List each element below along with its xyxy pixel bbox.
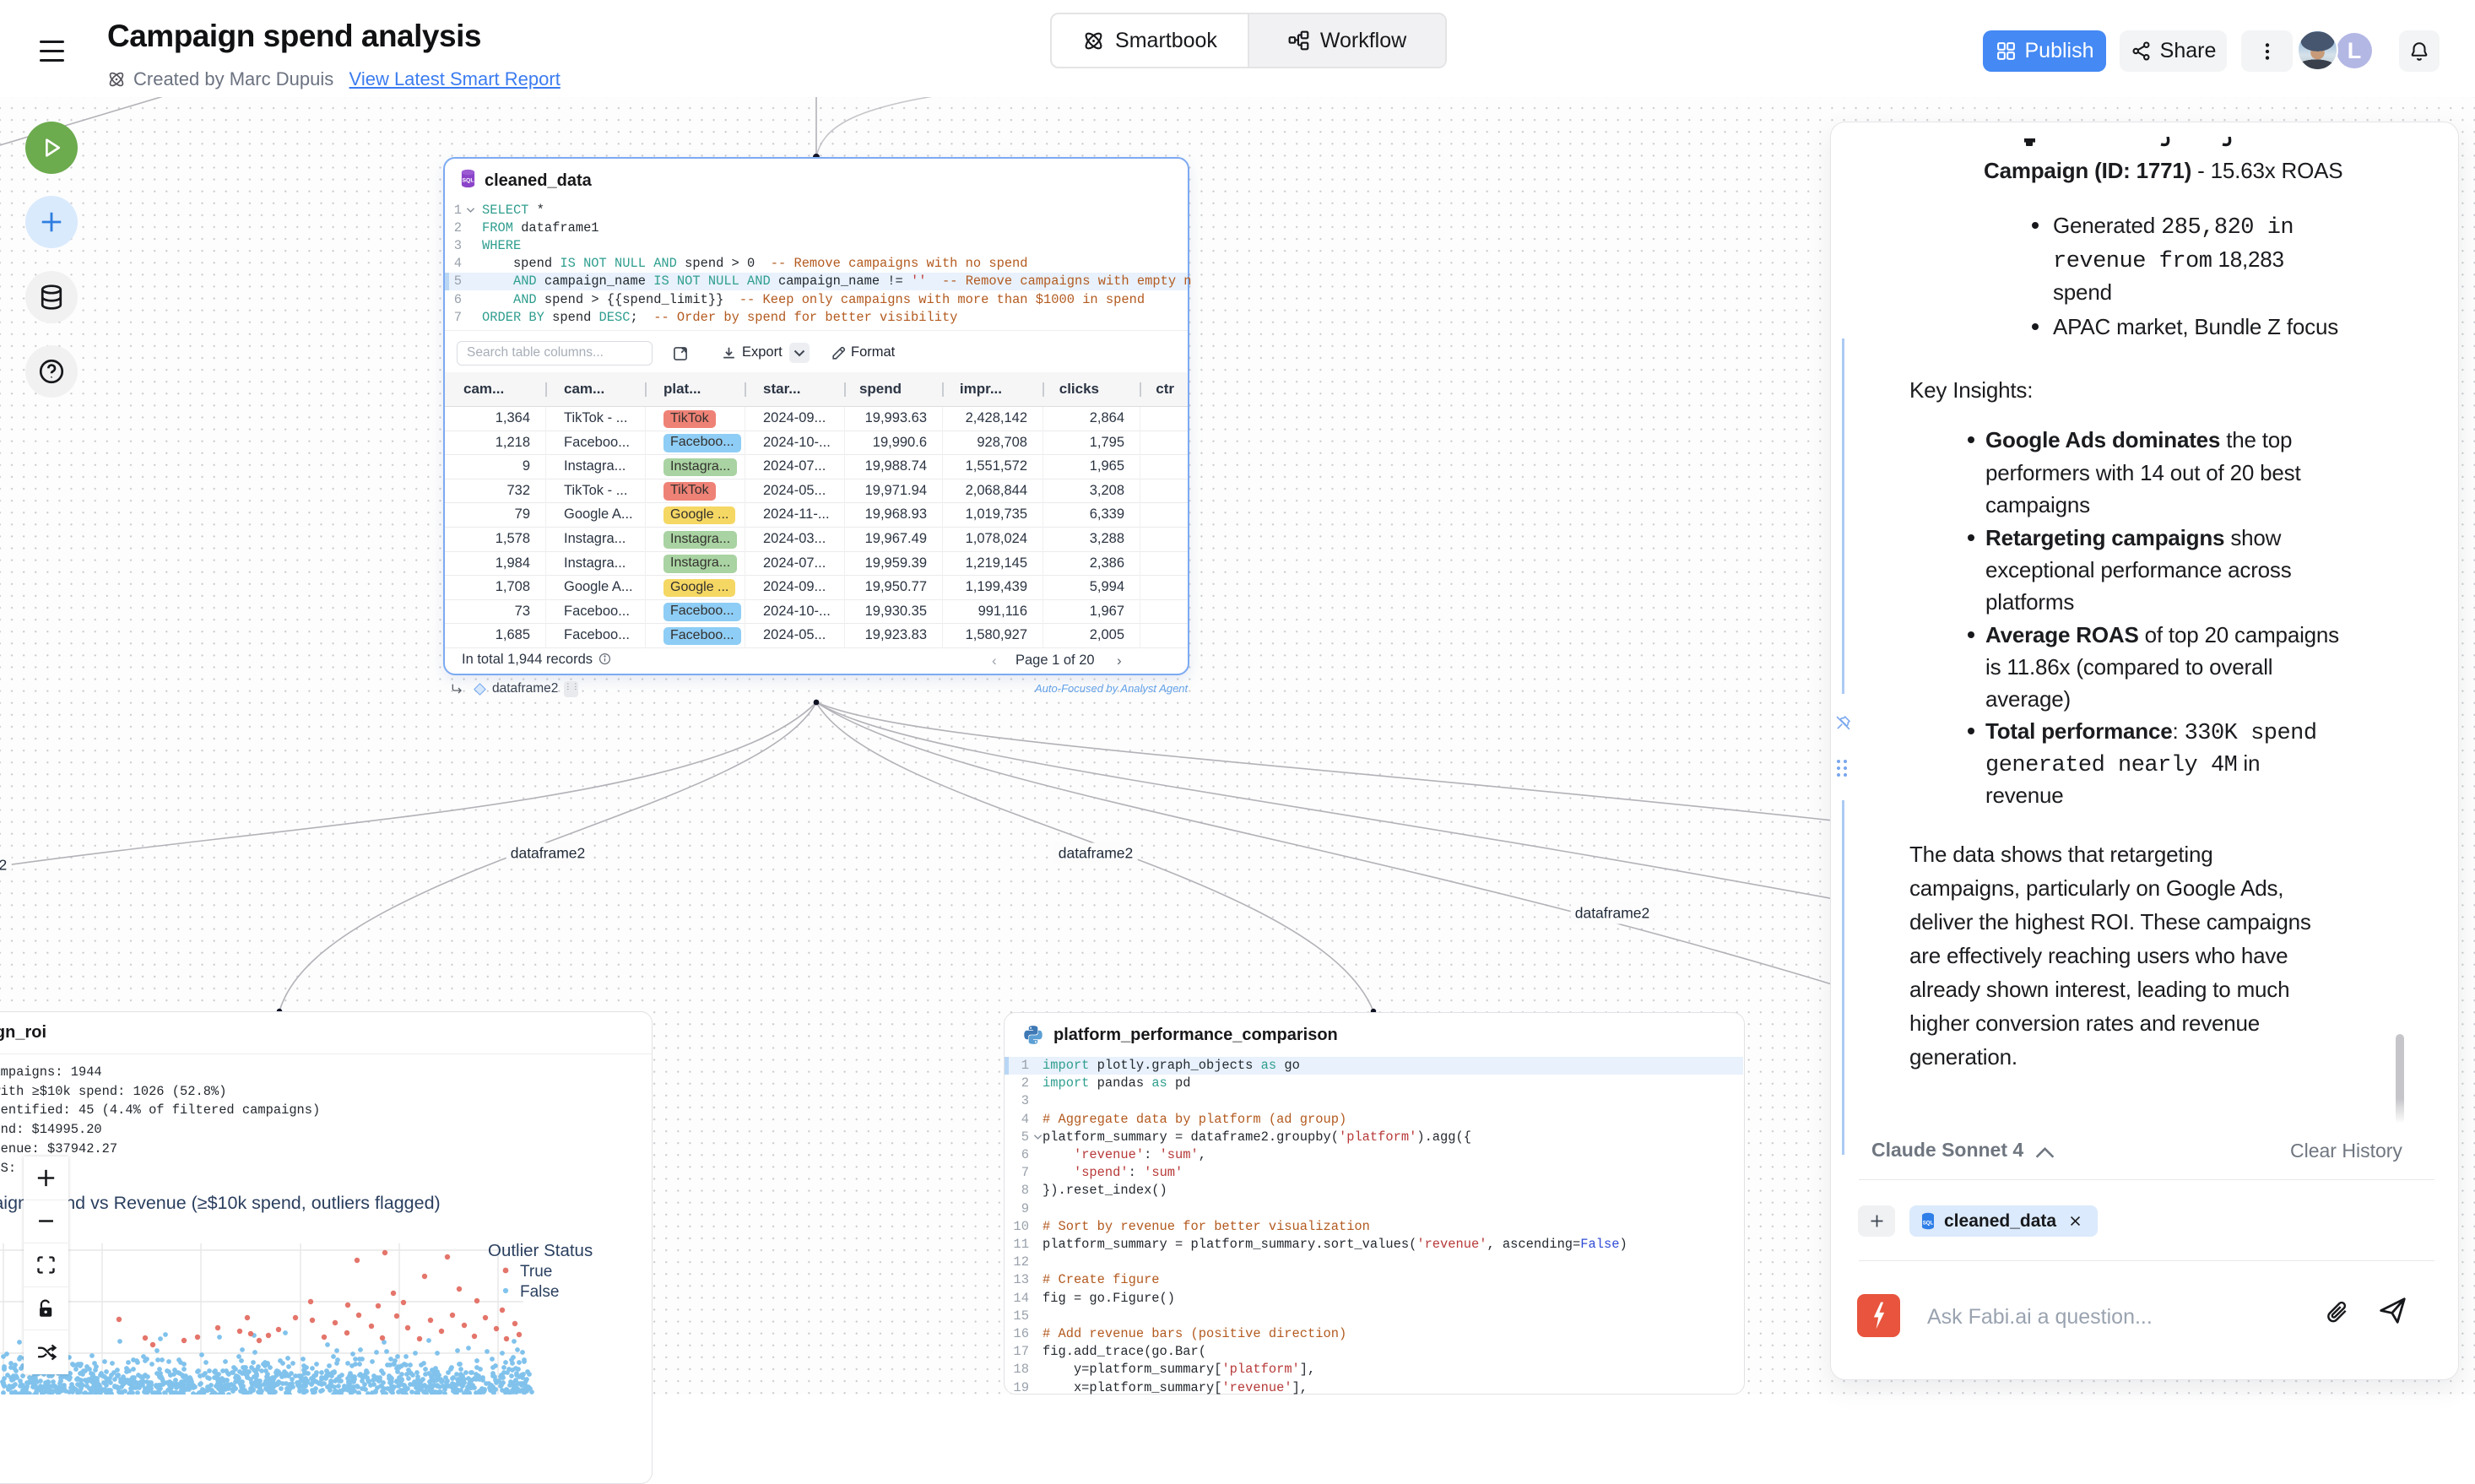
svg-text:SQL: SQL xyxy=(462,177,474,183)
svg-text:SQL: SQL xyxy=(1923,1220,1934,1226)
